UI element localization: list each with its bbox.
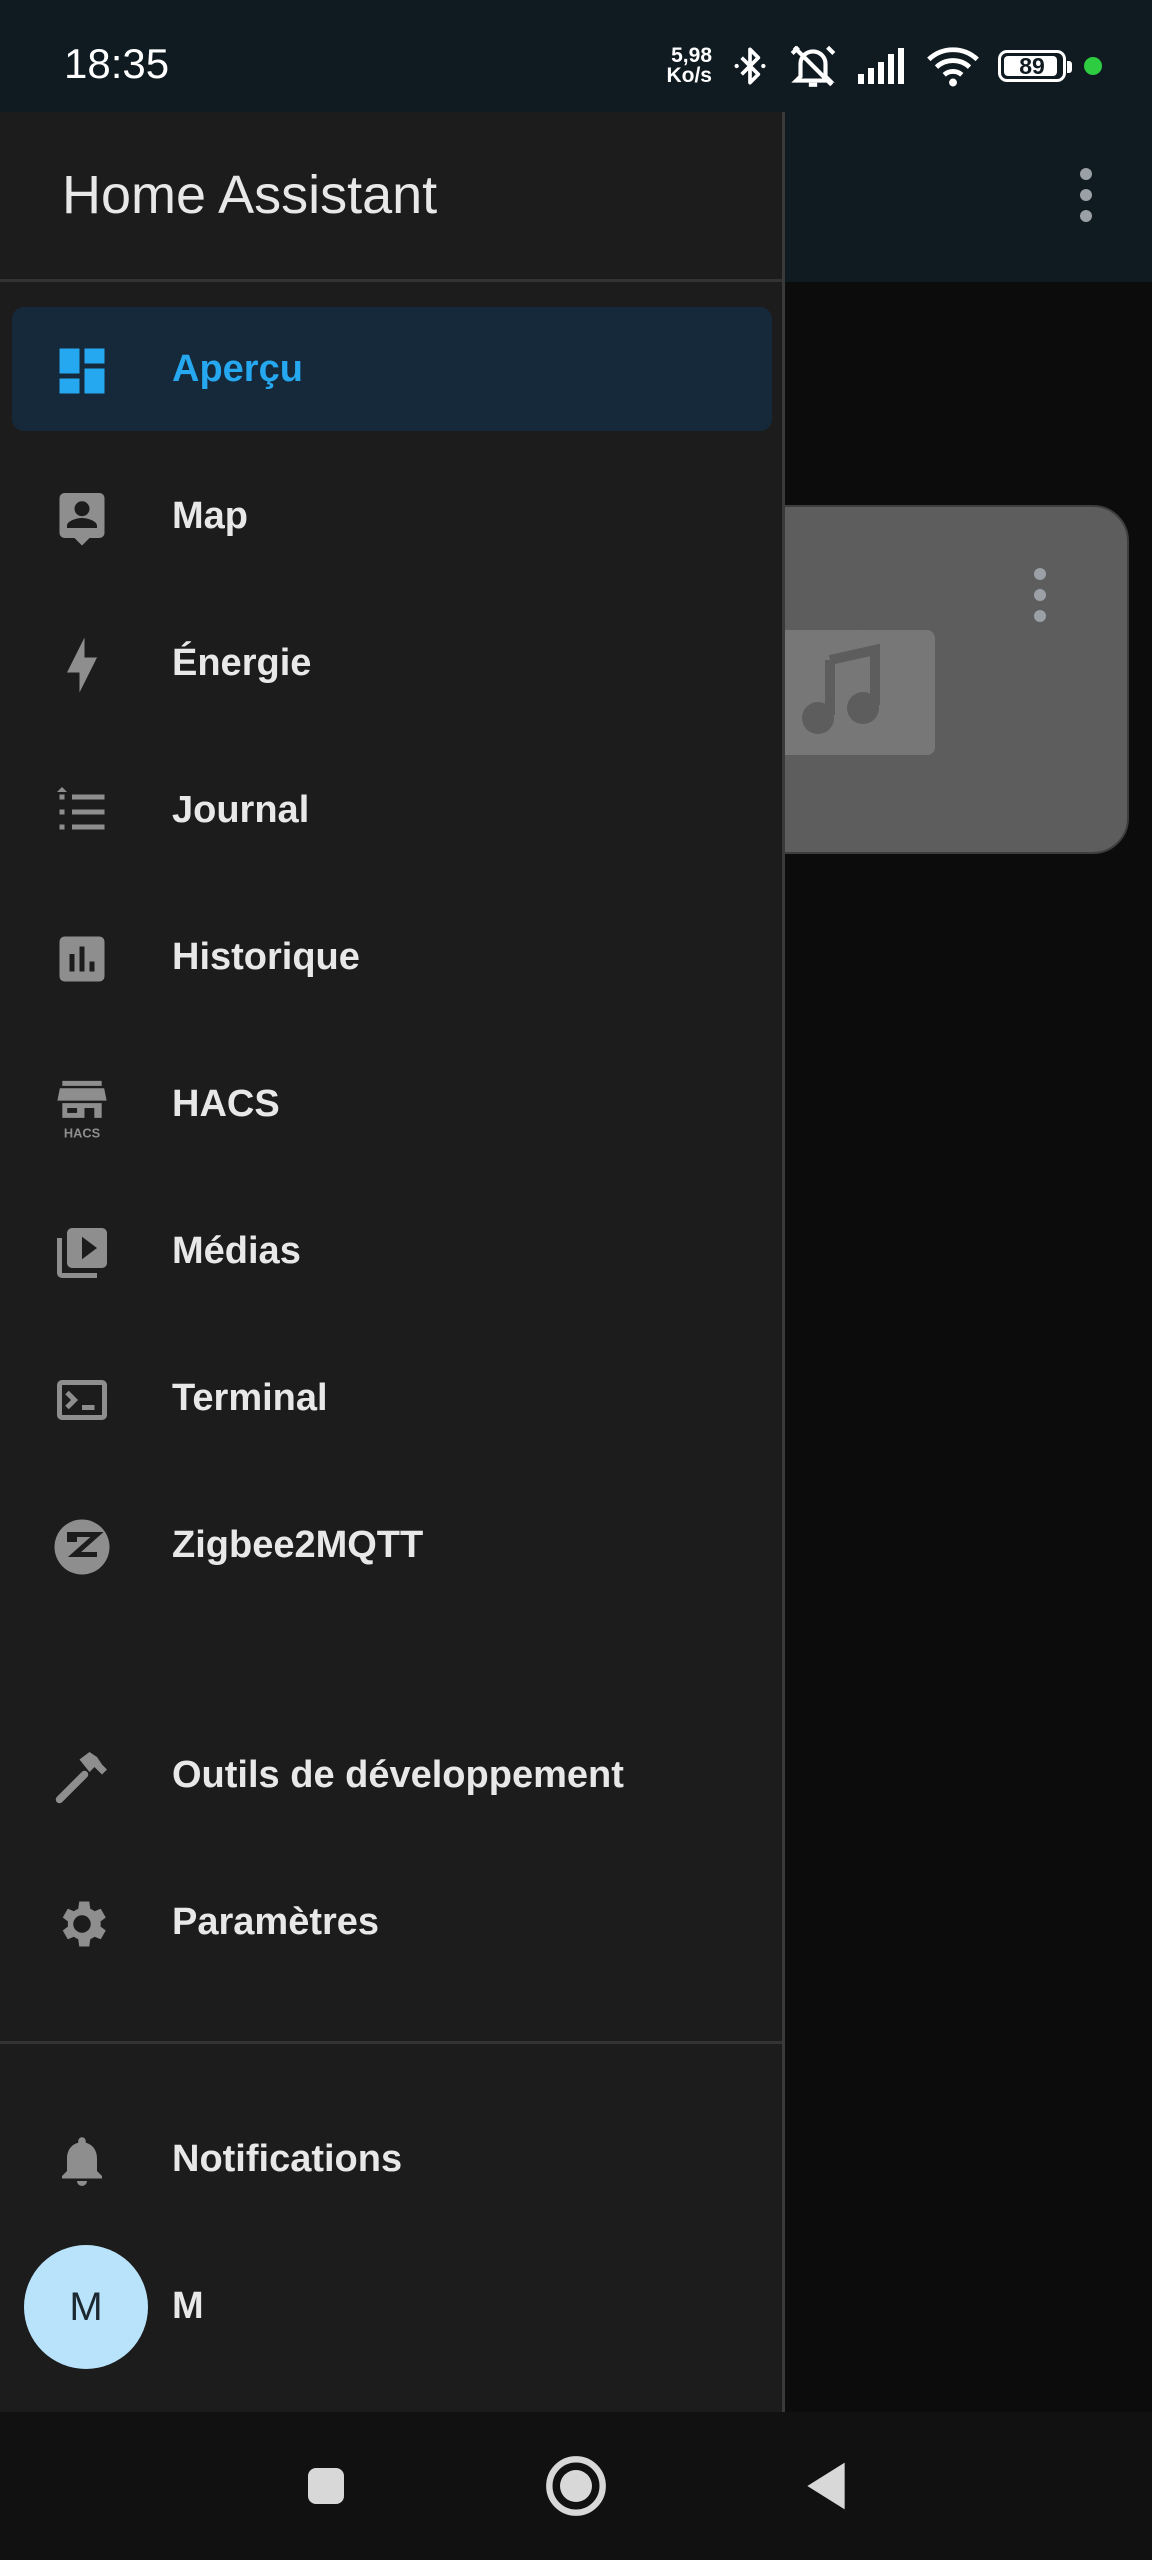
navigation-drawer: Home Assistant Aperçu Map Énergie Journa… (0, 112, 785, 2412)
lightning-icon (52, 635, 112, 695)
nav-item-energie[interactable]: Énergie (12, 601, 772, 725)
chart-icon (52, 929, 112, 989)
nav-item-zigbee2mqtt[interactable]: Zigbee2MQTT (12, 1483, 772, 1607)
bluetooth-icon (730, 42, 770, 90)
media-play-icon (52, 1223, 112, 1283)
list-icon (52, 782, 112, 842)
zigbee-icon (52, 1517, 112, 1577)
status-icons: 5,98 Ko/s 89 (666, 36, 1102, 96)
nav-item-hacs[interactable]: HACS HACS (12, 1042, 772, 1166)
nav-item-map[interactable]: Map (12, 454, 772, 578)
privacy-dot (1084, 57, 1102, 75)
card-more-options-icon[interactable] (1028, 568, 1052, 628)
status-bar: 18:35 5,98 Ko/s 89 (0, 0, 1152, 112)
nav-item-parametres[interactable]: Paramètres (12, 1860, 772, 1984)
nav-item-journal[interactable]: Journal (12, 748, 772, 872)
status-time: 18:35 (64, 40, 170, 87)
avatar[interactable]: M (24, 2245, 148, 2369)
map-person-icon (52, 488, 112, 548)
hammer-icon (52, 1747, 112, 1807)
nav-item-developer-tools[interactable]: Outils de développement (12, 1713, 772, 1837)
nav-item-medias[interactable]: Médias (12, 1189, 772, 1313)
footer-divider (0, 2041, 782, 2044)
drawer-title: Home Assistant (62, 165, 438, 225)
gear-icon (52, 1894, 112, 1954)
battery-icon: 89 (998, 50, 1072, 82)
silent-alarm-icon (788, 41, 838, 91)
back-button[interactable] (790, 2450, 862, 2522)
terminal-icon (52, 1370, 112, 1430)
nav-item-notifications[interactable]: Notifications (12, 2097, 772, 2221)
signal-icon (856, 46, 908, 86)
svg-text:HACS: HACS (64, 1126, 101, 1140)
system-navigation-bar (0, 2412, 1152, 2560)
nav-item-terminal[interactable]: Terminal (12, 1336, 772, 1460)
wifi-icon (926, 44, 980, 88)
home-button[interactable] (540, 2450, 612, 2522)
hacs-store-icon: HACS (52, 1076, 112, 1141)
nav-item-apercu[interactable]: Aperçu (12, 307, 772, 431)
recents-button[interactable] (290, 2450, 362, 2522)
header-divider (0, 279, 782, 282)
dashboard-icon (52, 341, 112, 401)
more-options-icon[interactable] (1074, 168, 1098, 228)
bell-icon (52, 2131, 112, 2191)
network-speed: 5,98 Ko/s (666, 44, 712, 87)
nav-item-historique[interactable]: Historique (12, 895, 772, 1019)
